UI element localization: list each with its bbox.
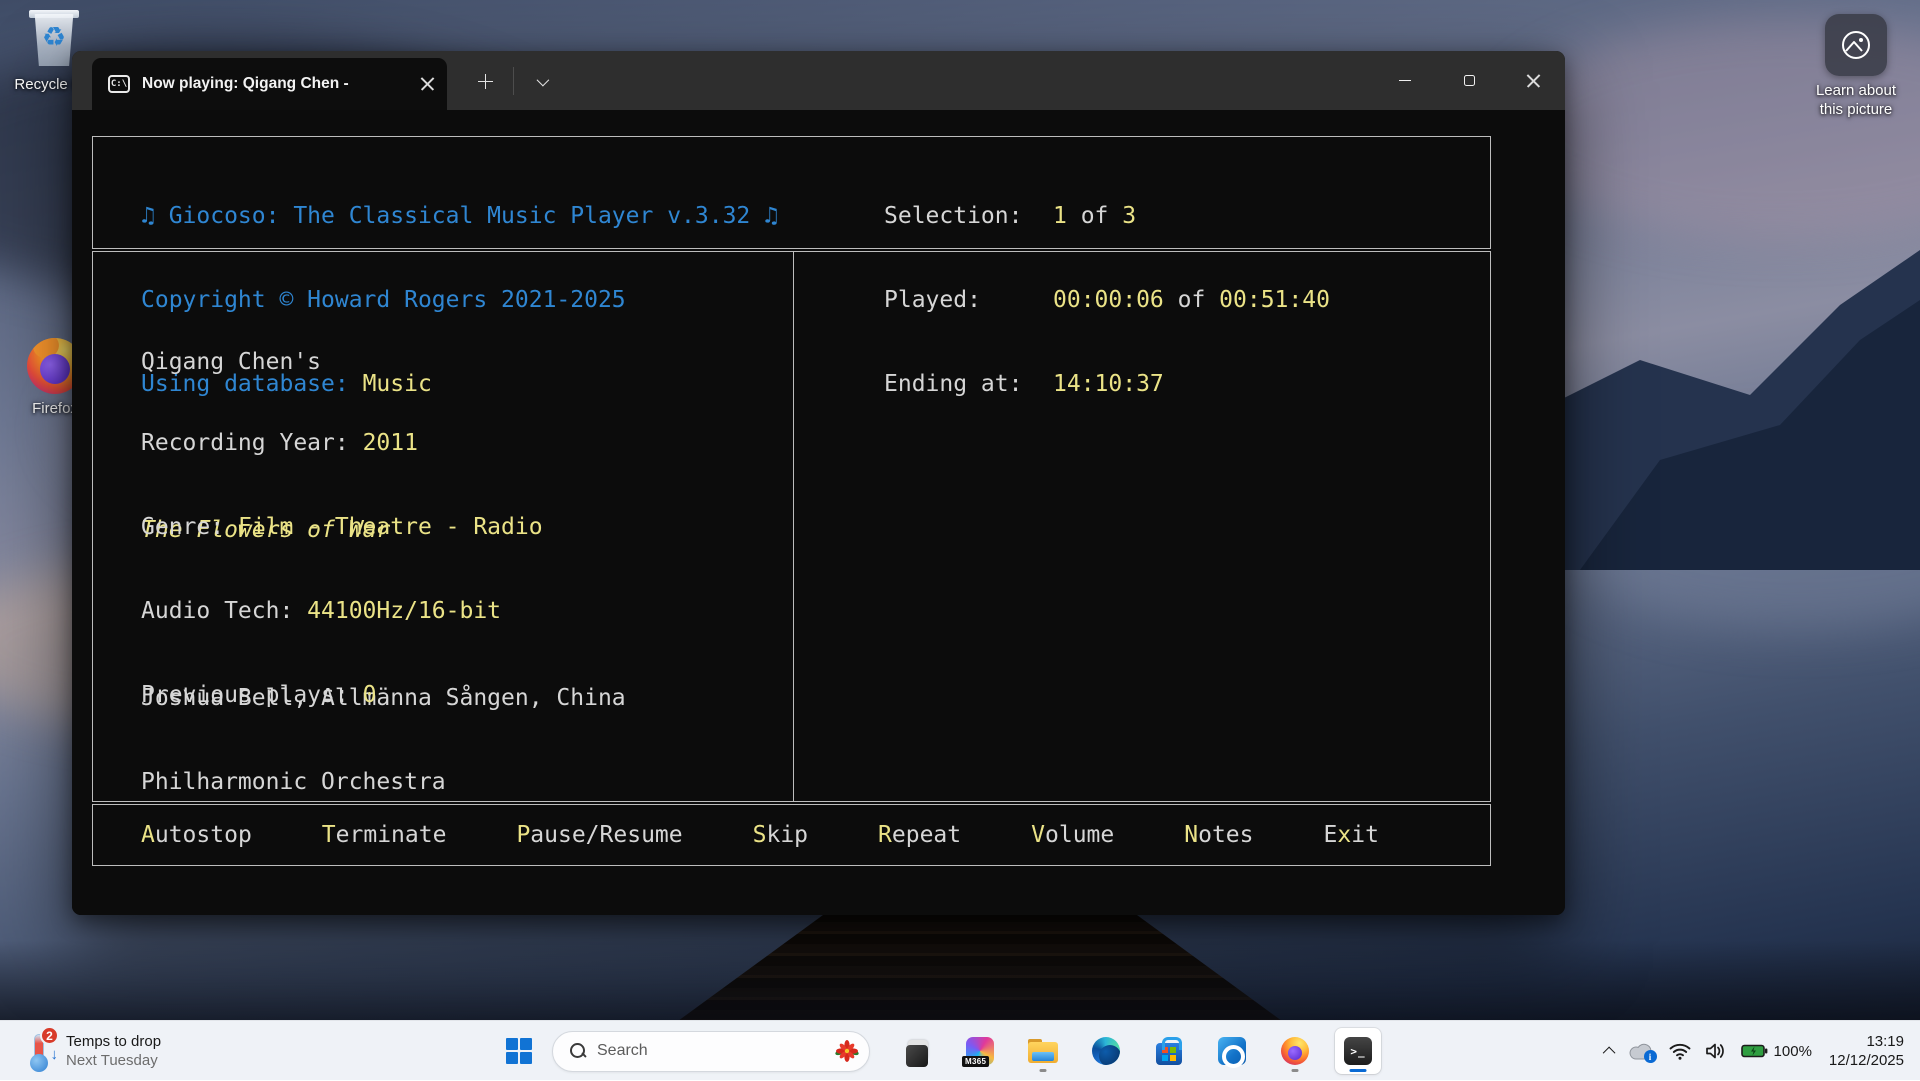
copilot-icon: M365 <box>966 1037 994 1065</box>
search-icon <box>569 1042 587 1060</box>
task-view-button[interactable] <box>894 1028 940 1074</box>
tab-close-icon[interactable] <box>420 77 435 92</box>
weather-subtitle: Next Tuesday <box>66 1051 161 1070</box>
minimize-button[interactable] <box>1373 51 1437 110</box>
file-explorer-button[interactable] <box>1020 1028 1066 1074</box>
previous-plays-line: Previous plays: 0 <box>141 681 543 709</box>
menu-terminate[interactable]: Terminate <box>322 821 447 849</box>
firefox-icon <box>1281 1037 1309 1065</box>
app-title-line: ♫ Giocoso: The Classical Music Player v.… <box>141 202 778 230</box>
store-icon <box>1156 1043 1182 1065</box>
edge-button[interactable] <box>1083 1028 1129 1074</box>
maximize-icon <box>1464 75 1475 86</box>
speaker-icon <box>1705 1042 1727 1060</box>
audio-tech-line: Audio Tech: 44100Hz/16-bit <box>141 597 543 625</box>
terminal-screen: ♫ Giocoso: The Classical Music Player v.… <box>72 110 1565 915</box>
weather-title: Temps to drop <box>66 1032 161 1051</box>
firefox-button[interactable] <box>1272 1028 1318 1074</box>
taskbar: ↓ 2 Temps to drop Next Tuesday <box>0 1020 1920 1080</box>
terminal-button[interactable]: >_ <box>1335 1028 1381 1074</box>
performers-line2: Philharmonic Orchestra <box>141 768 626 796</box>
volume-tray-button[interactable] <box>1698 1031 1734 1071</box>
menu-volume[interactable]: Volume <box>1031 821 1114 849</box>
info-badge-icon: i <box>1644 1050 1657 1063</box>
tab-dropdown-button[interactable] <box>524 65 558 97</box>
terminal-header-box: ♫ Giocoso: The Classical Music Player v.… <box>92 136 1491 249</box>
onedrive-tray-button[interactable]: i <box>1622 1031 1662 1071</box>
minimize-icon <box>1399 80 1411 82</box>
terminal-window: C:\ Now playing: Qigang Chen - ♫ Giocoso… <box>72 51 1565 915</box>
close-button[interactable] <box>1501 51 1565 110</box>
search-input[interactable] <box>597 1042 825 1060</box>
wifi-icon <box>1669 1042 1691 1060</box>
learn-label-line2: this picture <box>1796 100 1916 119</box>
battery-percent: 100% <box>1774 1043 1812 1060</box>
battery-tray-button[interactable]: 100% <box>1734 1031 1819 1071</box>
clock-time: 13:19 <box>1829 1032 1904 1051</box>
menu-exit[interactable]: Exit <box>1324 821 1379 849</box>
tab-title: Now playing: Qigang Chen - <box>142 75 408 93</box>
menu-skip[interactable]: Skip <box>753 821 808 849</box>
tray-overflow-button[interactable] <box>1599 1031 1622 1071</box>
menu-autostop[interactable]: Autostop <box>141 821 252 849</box>
outlook-button[interactable] <box>1209 1028 1255 1074</box>
close-icon <box>1526 73 1541 88</box>
terminal-icon: >_ <box>1344 1037 1372 1065</box>
edge-icon <box>1092 1037 1120 1065</box>
m365-badge: M365 <box>962 1056 989 1067</box>
wifi-tray-button[interactable] <box>1662 1031 1698 1071</box>
poinsettia-icon <box>835 1039 859 1063</box>
composer-line: Qigang Chen's <box>141 348 626 376</box>
active-indicator <box>1350 1069 1367 1072</box>
battery-icon <box>1741 1044 1768 1058</box>
microsoft-store-button[interactable] <box>1146 1028 1192 1074</box>
notification-badge: 2 <box>40 1026 59 1045</box>
menu-notes[interactable]: Notes <box>1184 821 1253 849</box>
new-tab-button[interactable] <box>468 65 502 97</box>
picture-info-icon <box>1825 14 1887 76</box>
clock-date: 12/12/2025 <box>1829 1051 1904 1070</box>
thermometer-icon: ↓ 2 <box>26 1032 56 1070</box>
weather-widget[interactable]: ↓ 2 Temps to drop Next Tuesday <box>16 1021 171 1081</box>
command-prompt-icon: C:\ <box>108 75 130 93</box>
start-button[interactable] <box>496 1028 542 1074</box>
copilot-m365-button[interactable]: M365 <box>957 1028 1003 1074</box>
task-view-icon <box>897 1031 937 1071</box>
menu-repeat[interactable]: Repeat <box>878 821 961 849</box>
genre-line: Genre: Film - Theatre - Radio <box>141 513 543 541</box>
windows-logo-icon <box>506 1038 532 1064</box>
chevron-down-icon <box>536 73 549 86</box>
menu-pause-resume[interactable]: Pause/Resume <box>516 821 682 849</box>
chevron-up-icon <box>1602 1046 1615 1059</box>
pane-divider <box>793 252 794 801</box>
tab-separator <box>513 67 514 95</box>
window-titlebar[interactable]: C:\ Now playing: Qigang Chen - <box>72 51 1565 110</box>
recording-year-line: Recording Year: 2011 <box>141 429 543 457</box>
command-menu-box: Autostop Terminate Pause/Resume Skip Rep… <box>92 804 1491 866</box>
taskbar-search[interactable] <box>552 1031 870 1072</box>
running-indicator <box>1292 1069 1299 1072</box>
outlook-icon <box>1218 1037 1246 1065</box>
desktop-widget-learn-about-picture[interactable]: Learn about this picture <box>1793 14 1919 119</box>
terminal-tab[interactable]: C:\ Now playing: Qigang Chen - <box>92 58 447 110</box>
clock[interactable]: 13:19 12/12/2025 <box>1819 1032 1920 1070</box>
mountain-silhouette <box>1520 210 1920 570</box>
maximize-button[interactable] <box>1437 51 1501 110</box>
now-playing-box: Qigang Chen's The Flowers of War Joshua … <box>92 251 1491 802</box>
file-explorer-icon <box>1028 1039 1058 1063</box>
plus-icon <box>478 74 493 89</box>
onedrive-cloud-icon: i <box>1629 1042 1655 1060</box>
learn-label-line1: Learn about <box>1796 81 1916 100</box>
running-indicator <box>1040 1069 1047 1072</box>
selection-status-line: Selection:1 of 3 <box>884 202 1330 230</box>
